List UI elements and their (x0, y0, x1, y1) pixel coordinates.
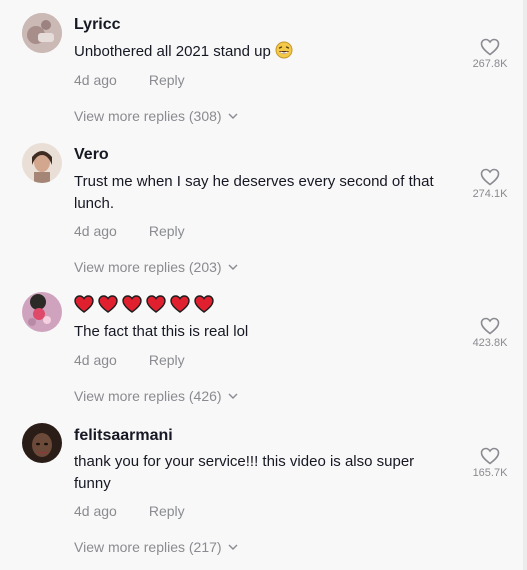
heart-outline-icon[interactable] (480, 317, 500, 335)
comment-time: 4d ago (74, 223, 117, 239)
scrollbar[interactable] (523, 0, 527, 570)
like-button[interactable]: 165.7K (466, 447, 514, 480)
red-heart-icon (122, 295, 142, 313)
laughing-face-icon (275, 41, 293, 59)
comment-text: The fact that this is real lol (74, 323, 249, 340)
reply-button[interactable]: Reply (149, 502, 185, 520)
comment-meta: 4d ago Reply (74, 502, 185, 520)
view-more-replies-label[interactable]: View more replies (426) (74, 387, 222, 405)
comment-time: 4d ago (74, 352, 117, 368)
like-button[interactable]: 274.1K (466, 168, 514, 201)
like-count: 267.8K (472, 58, 508, 70)
comment-username[interactable]: felitsaarmani (74, 426, 173, 446)
comment-meta: 4d ago Reply (74, 351, 185, 369)
comment-text: thank you for your service!!! this video… (74, 453, 415, 492)
red-heart-icon (146, 295, 166, 313)
view-more-replies-label[interactable]: View more replies (203) (74, 258, 222, 276)
reply-button[interactable]: Reply (149, 71, 185, 89)
heart-outline-icon[interactable] (480, 38, 500, 56)
avatar[interactable] (22, 292, 62, 332)
red-heart-icon (74, 295, 94, 313)
red-heart-icon (170, 295, 190, 313)
like-button[interactable]: 267.8K (466, 38, 514, 71)
reply-button[interactable]: Reply (149, 222, 185, 240)
view-more-replies[interactable]: View more replies (203) (74, 258, 238, 276)
comment-meta: 4d ago Reply (74, 222, 185, 240)
chevron-down-icon[interactable] (228, 113, 238, 119)
chevron-down-icon[interactable] (228, 264, 238, 270)
like-count: 423.8K (472, 337, 508, 349)
chevron-down-icon[interactable] (228, 393, 238, 399)
view-more-replies-label[interactable]: View more replies (217) (74, 538, 222, 556)
comment-username[interactable]: Lyricc (74, 15, 121, 35)
like-button[interactable]: 423.8K (466, 317, 514, 350)
chevron-down-icon[interactable] (228, 544, 238, 550)
view-more-replies[interactable]: View more replies (217) (74, 538, 238, 556)
username-heart-emojis[interactable] (74, 294, 214, 314)
red-heart-icon (194, 295, 214, 313)
comment-meta: 4d ago Reply (74, 71, 185, 89)
heart-outline-icon[interactable] (480, 447, 500, 465)
comment-text: Trust me when I say he deserves every se… (74, 173, 434, 212)
view-more-replies-label[interactable]: View more replies (308) (74, 107, 222, 125)
avatar[interactable] (22, 143, 62, 183)
comment-time: 4d ago (74, 503, 117, 519)
red-heart-icon (98, 295, 118, 313)
reply-button[interactable]: Reply (149, 351, 185, 369)
comment-time: 4d ago (74, 72, 117, 88)
like-count: 165.7K (472, 467, 508, 479)
like-count: 274.1K (472, 188, 508, 200)
view-more-replies[interactable]: View more replies (426) (74, 387, 238, 405)
view-more-replies[interactable]: View more replies (308) (74, 107, 238, 125)
avatar[interactable] (22, 423, 62, 463)
comment-text: Unbothered all 2021 stand up (74, 41, 464, 63)
avatar[interactable] (22, 13, 62, 53)
comment-username[interactable]: Vero (74, 145, 109, 165)
heart-outline-icon[interactable] (480, 168, 500, 186)
comment-text-content: Unbothered all 2021 stand up (74, 43, 271, 60)
